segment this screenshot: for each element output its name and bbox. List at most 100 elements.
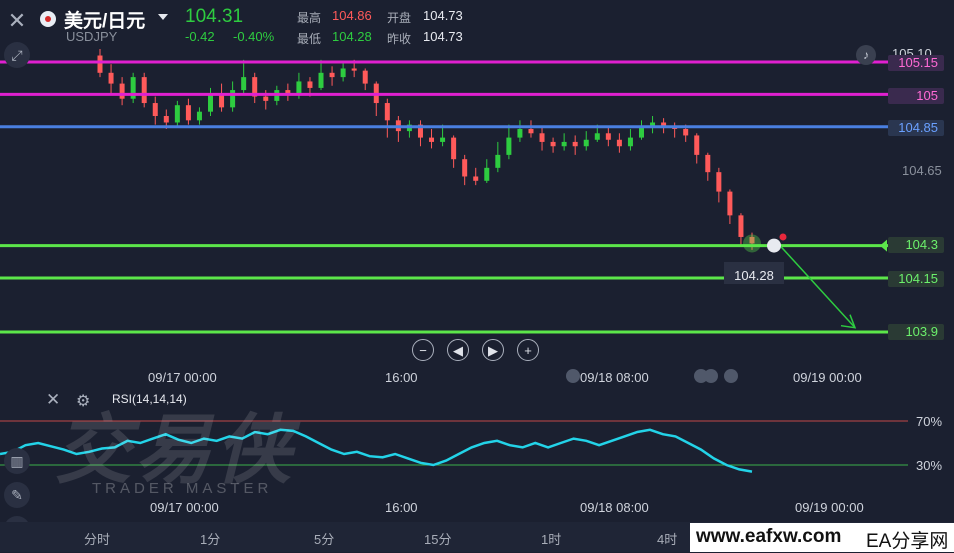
candle-body	[440, 137, 446, 142]
candle-body	[174, 105, 180, 123]
level-tag-103-9[interactable]: 103.9	[888, 324, 944, 340]
tf-4h[interactable]: 4时	[657, 529, 677, 548]
usd-flag-icon	[40, 11, 56, 27]
symbol-code: USDJPY	[66, 29, 118, 44]
candle-body	[196, 111, 202, 121]
high-label: 最高	[297, 11, 322, 25]
prev-close-label: 昨收	[387, 32, 412, 46]
candle-body	[462, 159, 468, 177]
tf-5m[interactable]: 5分	[314, 529, 334, 548]
expand-icon[interactable]: ⤢	[4, 42, 30, 68]
candle-body	[152, 103, 158, 116]
price-axis-104-65: 104.65	[902, 163, 942, 178]
rsi-close-icon[interactable]: ✕	[46, 390, 60, 410]
candle-body	[638, 126, 644, 138]
candle-body	[163, 116, 169, 123]
watermark-text: TRADER MASTER	[92, 480, 273, 497]
candle-body	[97, 55, 103, 73]
candle-body	[429, 137, 435, 142]
candle-body	[318, 72, 324, 88]
tf-tick[interactable]: 分时	[84, 529, 110, 548]
candle-body	[550, 141, 556, 147]
level-tag-104-85[interactable]: 104.85	[888, 120, 944, 136]
last-price-glow	[743, 234, 761, 253]
candle-body	[329, 72, 335, 78]
scroll-start-button[interactable]: ◀	[447, 339, 469, 361]
candle-body	[484, 167, 490, 181]
candle-body	[219, 94, 225, 108]
rsi-time-label-1: 09/17 00:00	[150, 500, 219, 515]
rsi-settings-icon[interactable]: ⚙	[76, 391, 90, 411]
level-tag-105-15[interactable]: 105.15	[888, 55, 944, 71]
forecast-arrow[interactable]	[779, 245, 856, 329]
rsi-lower-label: 30%	[916, 458, 943, 473]
candle-body	[605, 133, 611, 140]
rsi-time-label-2: 16:00	[385, 500, 418, 515]
level-tag-104-3[interactable]: 104.3	[888, 237, 944, 253]
candle-body	[241, 77, 247, 91]
tf-15m[interactable]: 15分	[424, 529, 451, 548]
event-marker-icon[interactable]	[724, 369, 738, 383]
price-change-pct: -0.40%	[233, 29, 275, 44]
candle-body	[528, 128, 534, 134]
candle-body	[517, 128, 523, 138]
event-marker-icon[interactable]	[704, 369, 718, 383]
candle-body	[572, 141, 578, 147]
level-tag-104-15[interactable]: 104.15	[888, 271, 944, 287]
alert-bell-icon[interactable]: ♪	[856, 45, 876, 65]
alert-dot-icon	[779, 233, 787, 241]
site-url: www.eafxw.com	[696, 526, 842, 547]
candle-body	[506, 137, 512, 155]
candle-body	[727, 191, 733, 216]
candle-body	[616, 139, 622, 147]
draw-pencil-icon[interactable]: ✎	[4, 482, 30, 508]
price-change: -0.42	[185, 29, 215, 44]
low-label: 最低	[297, 32, 322, 46]
tf-1m[interactable]: 1分	[200, 529, 220, 548]
candle-body	[208, 94, 214, 112]
current-price: 104.31	[185, 6, 244, 27]
candle-body	[119, 83, 125, 99]
level-tag-105[interactable]: 105	[888, 88, 944, 104]
level-handle[interactable]	[880, 239, 887, 252]
price-chart[interactable]	[0, 0, 954, 400]
time-label-4: 09/19 00:00	[793, 370, 862, 385]
cursor-price-box: 104.28	[724, 262, 784, 284]
time-label-1: 09/17 00:00	[148, 370, 217, 385]
candle-body	[340, 68, 346, 78]
site-name: EA分享网	[866, 531, 949, 552]
open-value: 104.73	[423, 8, 463, 23]
candle-body	[495, 154, 501, 168]
candle-body	[307, 81, 313, 88]
chevron-down-icon[interactable]	[158, 14, 168, 20]
candle-body	[351, 68, 357, 71]
zoom-in-button[interactable]: +	[517, 339, 539, 361]
time-label-3: 09/18 08:00	[580, 370, 649, 385]
candle-body	[561, 141, 567, 147]
rsi-upper-label: 70%	[916, 414, 943, 429]
candle-body	[451, 137, 457, 160]
scroll-end-button[interactable]: ▶	[482, 339, 504, 361]
close-icon[interactable]: ✕	[4, 8, 30, 34]
zoom-out-button[interactable]: −	[412, 339, 434, 361]
tf-1h[interactable]: 1时	[541, 529, 561, 548]
candle-body	[230, 90, 236, 108]
candle-body	[185, 105, 191, 121]
alert-info-icon[interactable]	[767, 238, 781, 253]
candle-body	[384, 103, 390, 121]
candle-body	[108, 72, 114, 84]
rsi-time-label-4: 09/19 00:00	[795, 500, 864, 515]
candle-body	[705, 154, 711, 173]
candle-body	[738, 215, 744, 237]
candle-body	[539, 133, 545, 142]
event-marker-icon[interactable]	[566, 369, 580, 383]
rsi-time-label-3: 09/18 08:00	[580, 500, 649, 515]
candle-body	[594, 133, 600, 140]
candle-body	[263, 96, 269, 101]
high-value: 104.86	[332, 8, 372, 23]
indicator-icon[interactable]: ▥	[4, 448, 30, 474]
prev-close-value: 104.73	[423, 29, 463, 44]
candle-body	[473, 176, 479, 181]
candle-body	[362, 70, 368, 84]
candle-body	[694, 135, 700, 155]
